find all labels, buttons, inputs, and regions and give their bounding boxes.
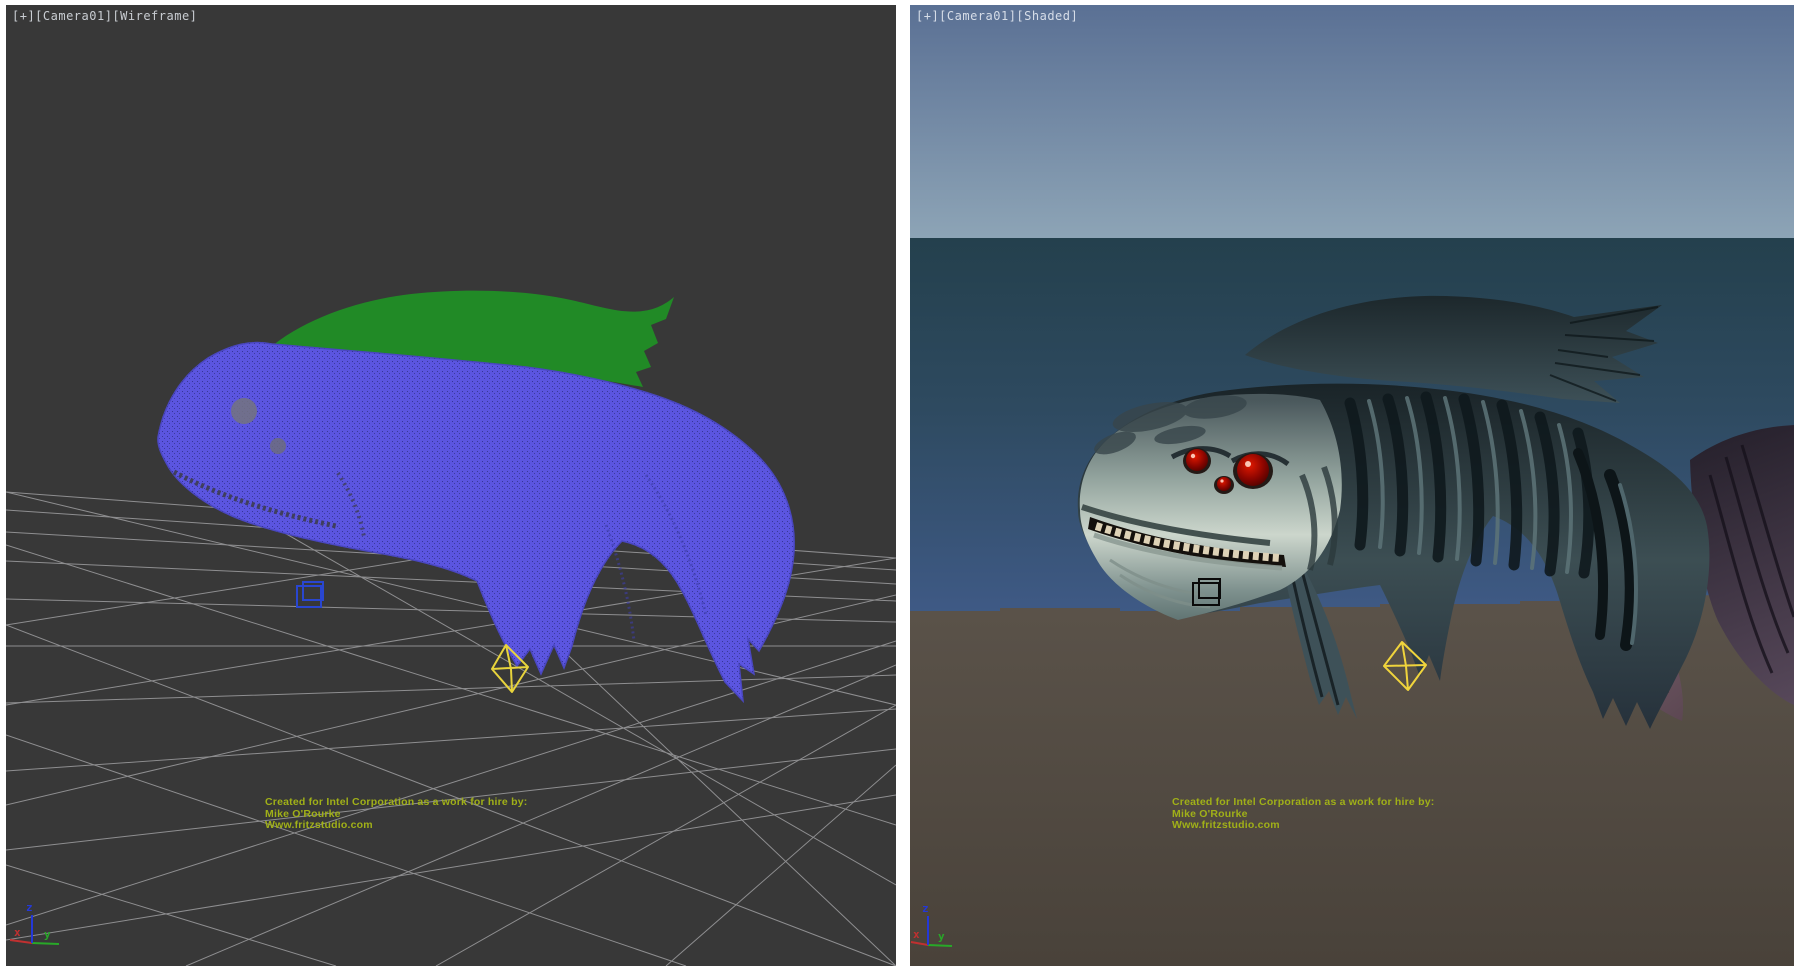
- viewport-label-wireframe[interactable]: [+][Camera01][Wireframe]: [12, 9, 197, 23]
- y-axis: [928, 945, 952, 946]
- fish-model-wireframe[interactable]: [158, 291, 794, 701]
- eye-spot-small: [270, 438, 286, 454]
- z-axis-label: z: [922, 902, 929, 915]
- credit-line-1: Created for Intel Corporation as a work …: [1172, 797, 1532, 809]
- credit-line-3: Www.fritzstudio.com: [1172, 820, 1532, 832]
- y-axis-label: y: [44, 928, 51, 941]
- credit-line-3: Www.fritzstudio.com: [265, 820, 625, 832]
- credit-text: Created for Intel Corporation as a work …: [1172, 797, 1532, 832]
- eye-medium: [1186, 449, 1208, 471]
- axis-tripod: x y z: [10, 901, 59, 944]
- dual-viewport-canvas: [+][Camera01][Wireframe]: [0, 0, 1800, 978]
- eye-small: [1217, 477, 1231, 491]
- credit-line-1: Created for Intel Corporation as a work …: [265, 797, 625, 809]
- x-axis-label: x: [14, 926, 21, 939]
- viewport-shaded[interactable]: [+][Camera01][Shaded]: [910, 5, 1794, 966]
- sky: [910, 5, 1794, 238]
- x-axis: [10, 940, 32, 943]
- x-axis-label: x: [913, 928, 920, 941]
- y-axis: [32, 943, 59, 944]
- viewport-wireframe[interactable]: [+][Camera01][Wireframe]: [6, 5, 896, 966]
- eye-spot: [231, 398, 257, 424]
- y-axis-label: y: [938, 930, 945, 943]
- dummy-cube-marker[interactable]: [297, 582, 323, 607]
- eye-large: [1237, 454, 1269, 486]
- fish-body-dither: [158, 343, 794, 701]
- z-axis-label: z: [26, 901, 33, 914]
- credit-text: Created for Intel Corporation as a work …: [265, 797, 625, 832]
- viewport-label-shaded[interactable]: [+][Camera01][Shaded]: [916, 9, 1078, 23]
